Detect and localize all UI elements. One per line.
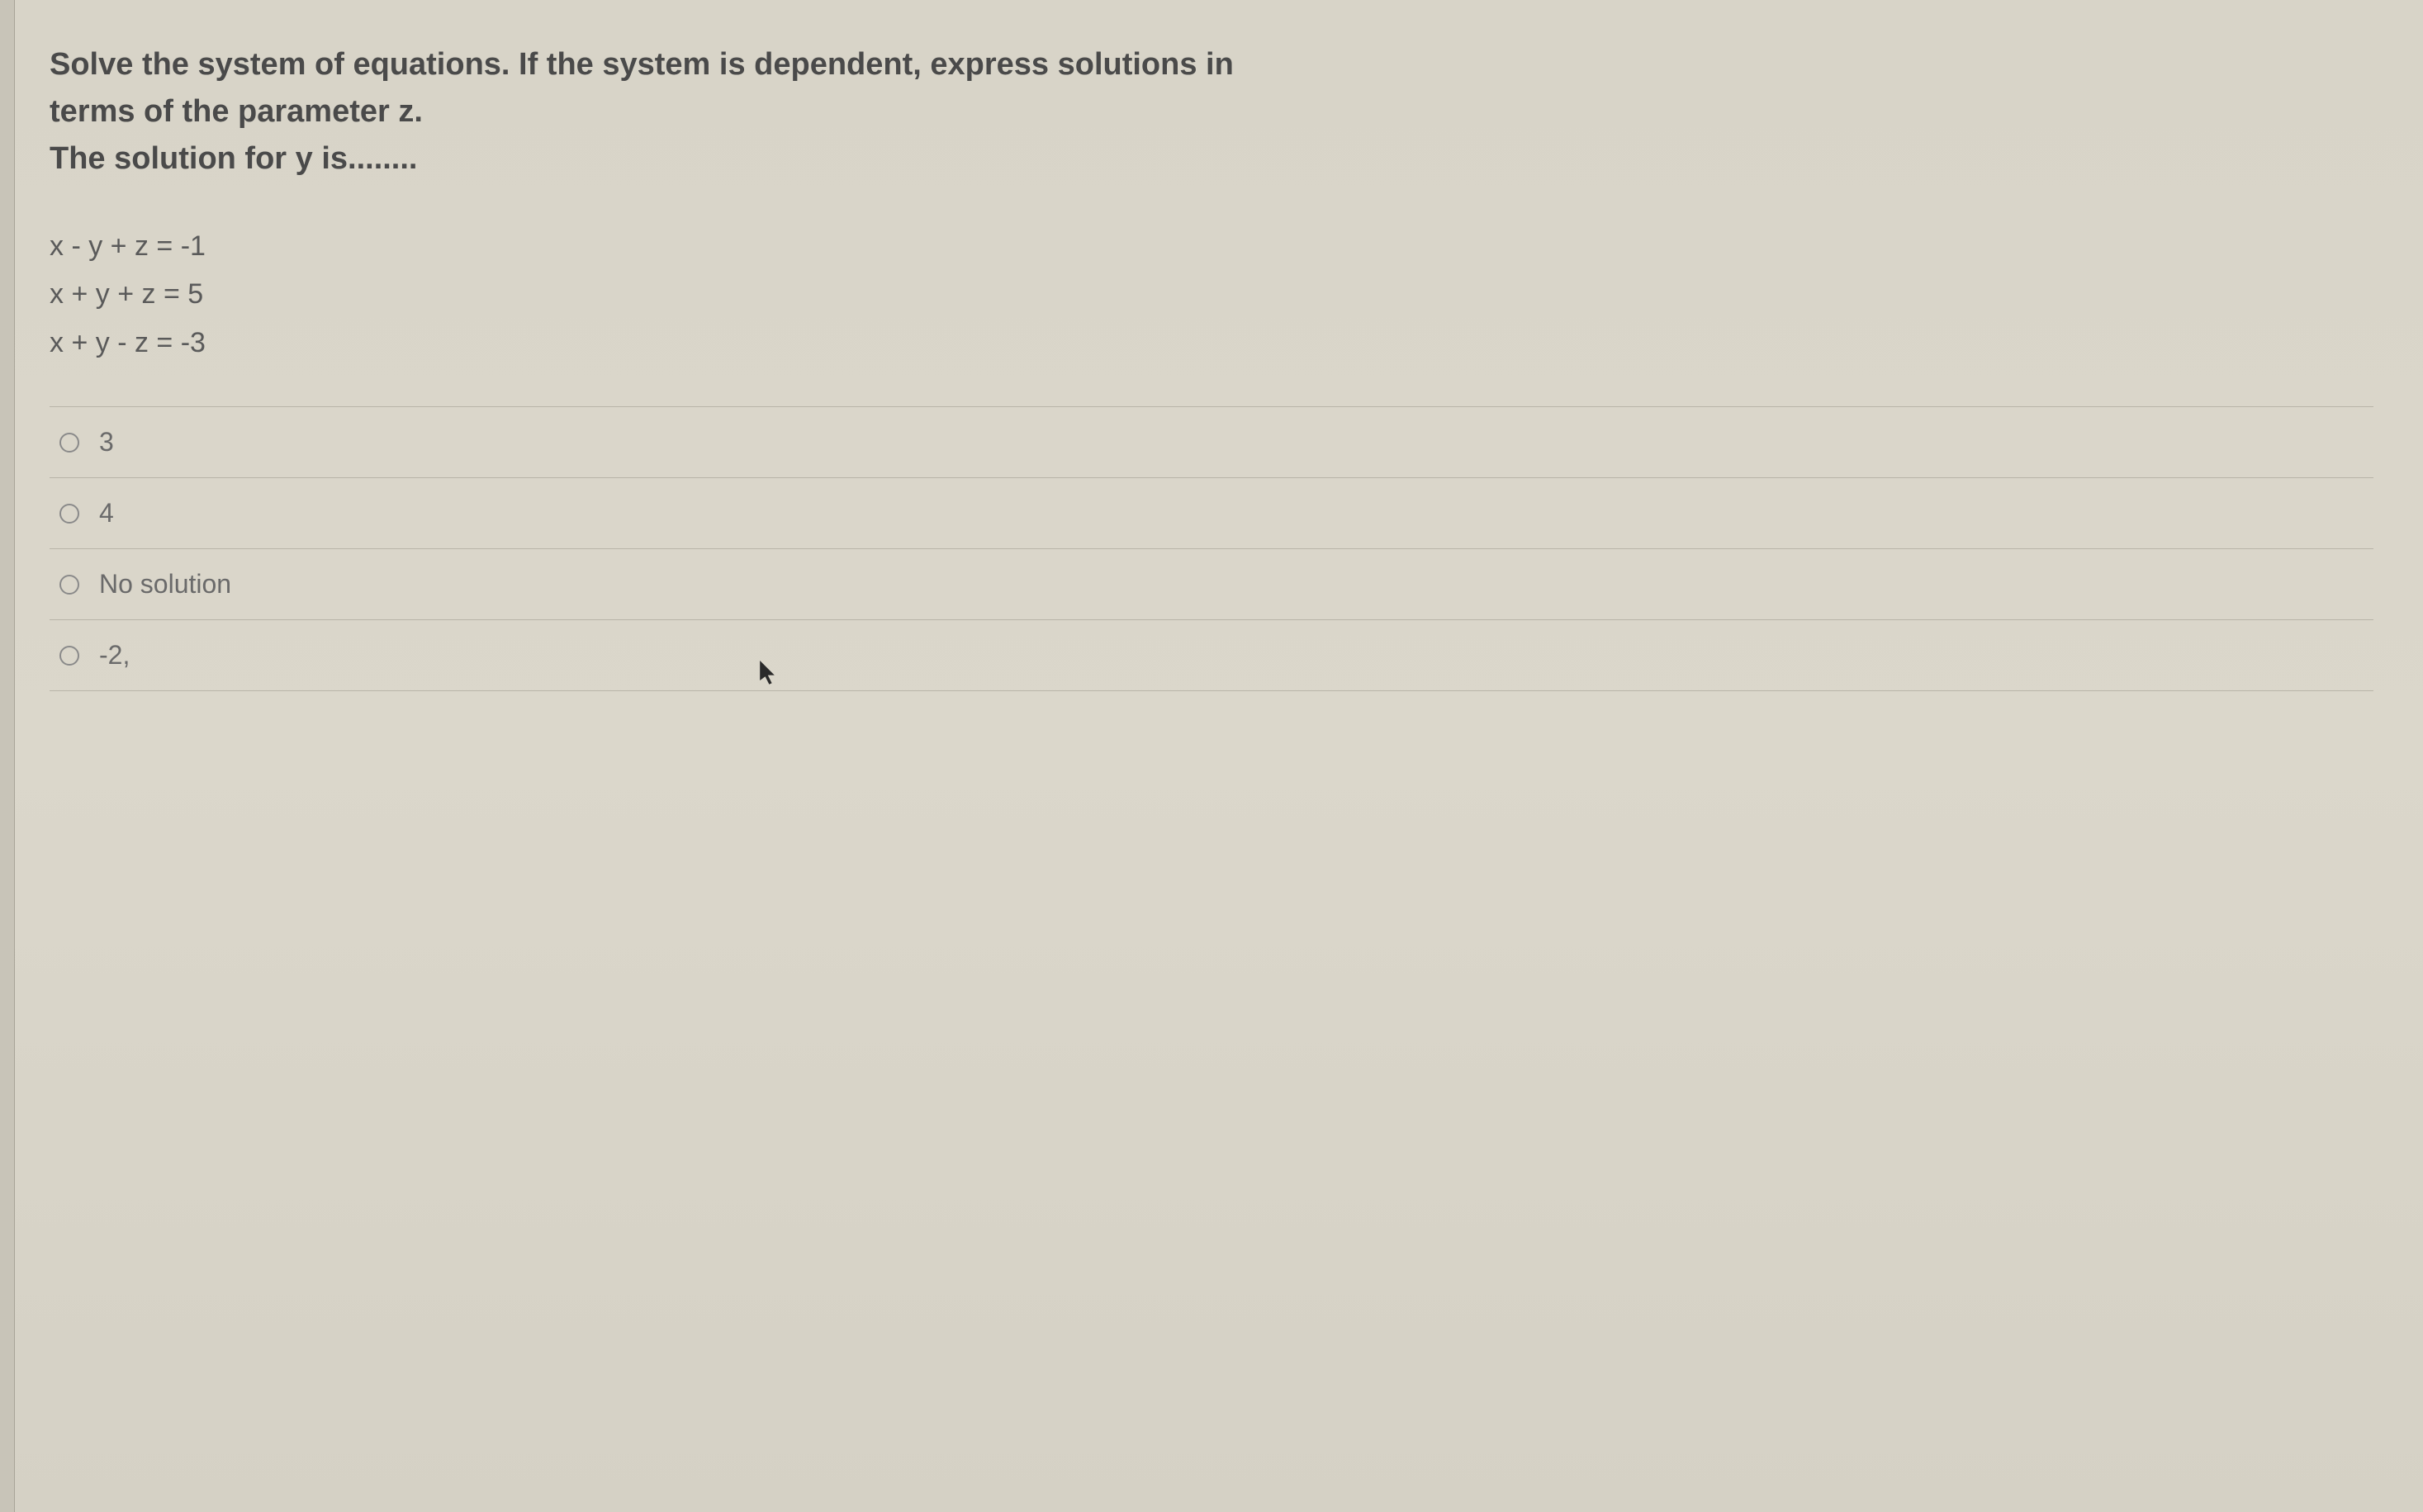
answer-options: 3 4 No solution -2, bbox=[50, 406, 2373, 691]
equations-block: x - y + z = -1 x + y + z = 5 x + y - z =… bbox=[50, 224, 2373, 365]
option-label-1: 3 bbox=[99, 427, 114, 457]
radio-icon[interactable] bbox=[59, 575, 79, 595]
prompt-line-3: The solution for y is........ bbox=[50, 135, 2373, 182]
question-prompt: Solve the system of equations. If the sy… bbox=[50, 41, 2373, 182]
option-row-2[interactable]: 4 bbox=[50, 478, 2373, 549]
radio-icon[interactable] bbox=[59, 646, 79, 666]
equation-3: x + y - z = -3 bbox=[50, 320, 2373, 365]
option-label-2: 4 bbox=[99, 498, 114, 528]
option-row-1[interactable]: 3 bbox=[50, 407, 2373, 478]
prompt-line-1: Solve the system of equations. If the sy… bbox=[50, 41, 2373, 88]
option-row-4[interactable]: -2, bbox=[50, 620, 2373, 691]
option-label-3: No solution bbox=[99, 569, 231, 600]
radio-icon[interactable] bbox=[59, 504, 79, 524]
prompt-line-2: terms of the parameter z. bbox=[50, 88, 2373, 135]
equation-1: x - y + z = -1 bbox=[50, 224, 2373, 268]
equation-2: x + y + z = 5 bbox=[50, 272, 2373, 316]
radio-icon[interactable] bbox=[59, 433, 79, 453]
option-label-4: -2, bbox=[99, 640, 130, 671]
option-row-3[interactable]: No solution bbox=[50, 549, 2373, 620]
left-border-strip bbox=[0, 0, 15, 1512]
